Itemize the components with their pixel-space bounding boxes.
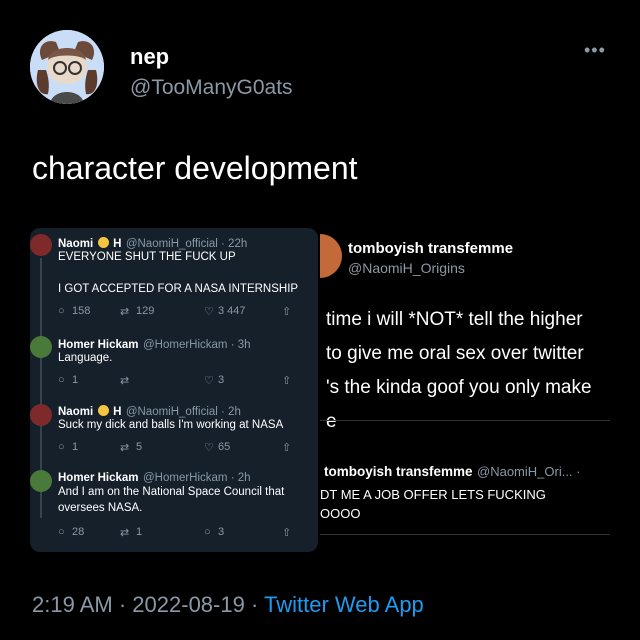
right-name: tomboyish transfemme	[348, 240, 514, 257]
avatar-tomboyish	[320, 234, 342, 278]
avatar-homer	[30, 336, 52, 358]
retweet-icon[interactable]: ⇄	[120, 526, 129, 539]
reply-icon[interactable]: ○	[58, 374, 65, 386]
like-icon[interactable]: ♡	[204, 374, 214, 387]
avatar-naomi	[30, 404, 52, 426]
tweet-4-like-count: 3	[218, 526, 225, 538]
sunglasses-emoji-icon	[97, 405, 109, 416]
reply-icon[interactable]: ○	[58, 305, 65, 317]
handle[interactable]: @TooManyG0ats	[130, 76, 293, 100]
tweet-2-like-count: 3	[218, 374, 225, 386]
quoted-line-2: OOOO	[320, 506, 361, 521]
right-body: time i will *NOT* tell the higher to giv…	[326, 303, 592, 439]
tweet-text: character development	[32, 150, 358, 186]
tweet-4-line-1: And I am on the National Space Council t…	[58, 486, 285, 498]
retweet-icon[interactable]: ⇄	[120, 305, 129, 318]
tweet-4-retweet-count: 1	[136, 526, 143, 538]
separator: ·	[250, 592, 259, 617]
tweet-3-reply-count: 1	[72, 441, 79, 453]
tweet-1-retweet-count: 129	[136, 305, 155, 317]
divider	[320, 420, 610, 421]
right-body-line-1: time i will *NOT* tell the higher	[326, 309, 583, 330]
quoted-text: DT ME A JOB OFFER LETS FUCKING OOOO	[320, 485, 546, 523]
tweet-1-text: EVERYONE SHUT THE FUCK UP I GOT ACCEPTED…	[58, 249, 318, 297]
share-icon[interactable]: ⇧	[282, 441, 291, 454]
avatar-goat-icon	[30, 30, 104, 104]
tweet-4-reply-count: 28	[72, 526, 85, 538]
share-icon[interactable]: ⇧	[282, 305, 291, 318]
tweet-4-actions: ○ 28 ⇄ 1 ○ 3 ⇧	[58, 526, 308, 540]
share-icon[interactable]: ⇧	[282, 526, 291, 539]
tweet-3-text: Suck my dick and balls I'm working at NA…	[58, 417, 318, 433]
right-body-line-3: 's the kinda goof you only make	[326, 377, 592, 398]
tweet-1-line-2	[58, 265, 318, 281]
quoted-handle: @NaomiH_Ori... ·	[477, 464, 581, 479]
like-icon[interactable]: ○	[204, 526, 211, 538]
tweet-1-like-count: 3 447	[218, 305, 246, 317]
quoted-name: tomboyish transfemme	[324, 464, 473, 479]
source-app-link[interactable]: Twitter Web App	[264, 592, 424, 617]
avatar-naomi	[30, 234, 52, 256]
tweet-metadata: 2:19 AM · 2022-08-19 · Twitter Web App	[32, 592, 424, 618]
tweet-3-like-count: 65	[218, 441, 231, 453]
tweet-2-actions: ○ 1 ⇄ ♡ 3 ⇧	[58, 374, 308, 388]
tweet-3-line-1: Suck my dick and balls I'm working at NA…	[58, 419, 284, 431]
reply-icon[interactable]: ○	[58, 526, 65, 538]
tweet-1-line-3: I GOT ACCEPTED FOR A NASA INTERNSHIP	[58, 283, 299, 295]
avatar[interactable]	[30, 30, 104, 104]
tweet-4-meta: @HomerHickam · 2h	[143, 472, 251, 484]
share-icon[interactable]: ⇧	[282, 374, 291, 387]
right-body-line-2: to give me oral sex over twitter	[326, 343, 584, 364]
quoted-line-1: DT ME A JOB OFFER LETS FUCKING	[320, 487, 546, 502]
tweet-2-reply-count: 1	[72, 374, 79, 386]
like-icon[interactable]: ♡	[204, 305, 214, 318]
display-name[interactable]: nep	[130, 44, 169, 70]
right-handle: @NaomiH_Origins	[348, 260, 465, 276]
tweet-1-line-1: EVERYONE SHUT THE FUCK UP	[58, 251, 236, 263]
tweet-3-actions: ○ 1 ⇄ 5 ♡ 65 ⇧	[58, 441, 308, 455]
tweet-date[interactable]: 2022-08-19	[132, 592, 245, 617]
tweet-2-text: Language.	[58, 350, 318, 366]
tweet-image[interactable]: Naomi H @NaomiH_official · 22h EVERYONE …	[30, 228, 610, 554]
embedded-screenshot-right: tomboyish transfemme @NaomiH_Origins tim…	[320, 228, 610, 554]
reply-icon[interactable]: ○	[58, 441, 65, 453]
tweet-4-name: Homer Hickam	[58, 472, 139, 484]
retweet-icon[interactable]: ⇄	[120, 441, 129, 454]
tweet-1-actions: ○ 158 ⇄ 129 ♡ 3 447 ⇧	[58, 305, 308, 319]
divider	[320, 534, 610, 535]
tweet-3-retweet-count: 5	[136, 441, 143, 453]
tweet-1-reply-count: 158	[72, 305, 91, 317]
separator: ·	[118, 592, 127, 617]
tweet-2-line-1: Language.	[58, 352, 113, 364]
sunglasses-emoji-icon	[97, 237, 109, 248]
more-icon[interactable]: •••	[584, 40, 606, 61]
tweet-time[interactable]: 2:19 AM	[32, 592, 113, 617]
right-body-line-4: e	[326, 411, 337, 432]
tweet-4-text: And I am on the National Space Council t…	[58, 484, 318, 516]
quoted-header: tomboyish transfemme @NaomiH_Ori... ·	[324, 463, 581, 481]
retweet-icon[interactable]: ⇄	[120, 374, 129, 387]
embedded-screenshot-left: Naomi H @NaomiH_official · 22h EVERYONE …	[30, 228, 318, 552]
avatar-homer	[30, 470, 52, 492]
tweet-4-line-2: oversees NASA.	[58, 502, 143, 514]
like-icon[interactable]: ♡	[204, 441, 214, 454]
